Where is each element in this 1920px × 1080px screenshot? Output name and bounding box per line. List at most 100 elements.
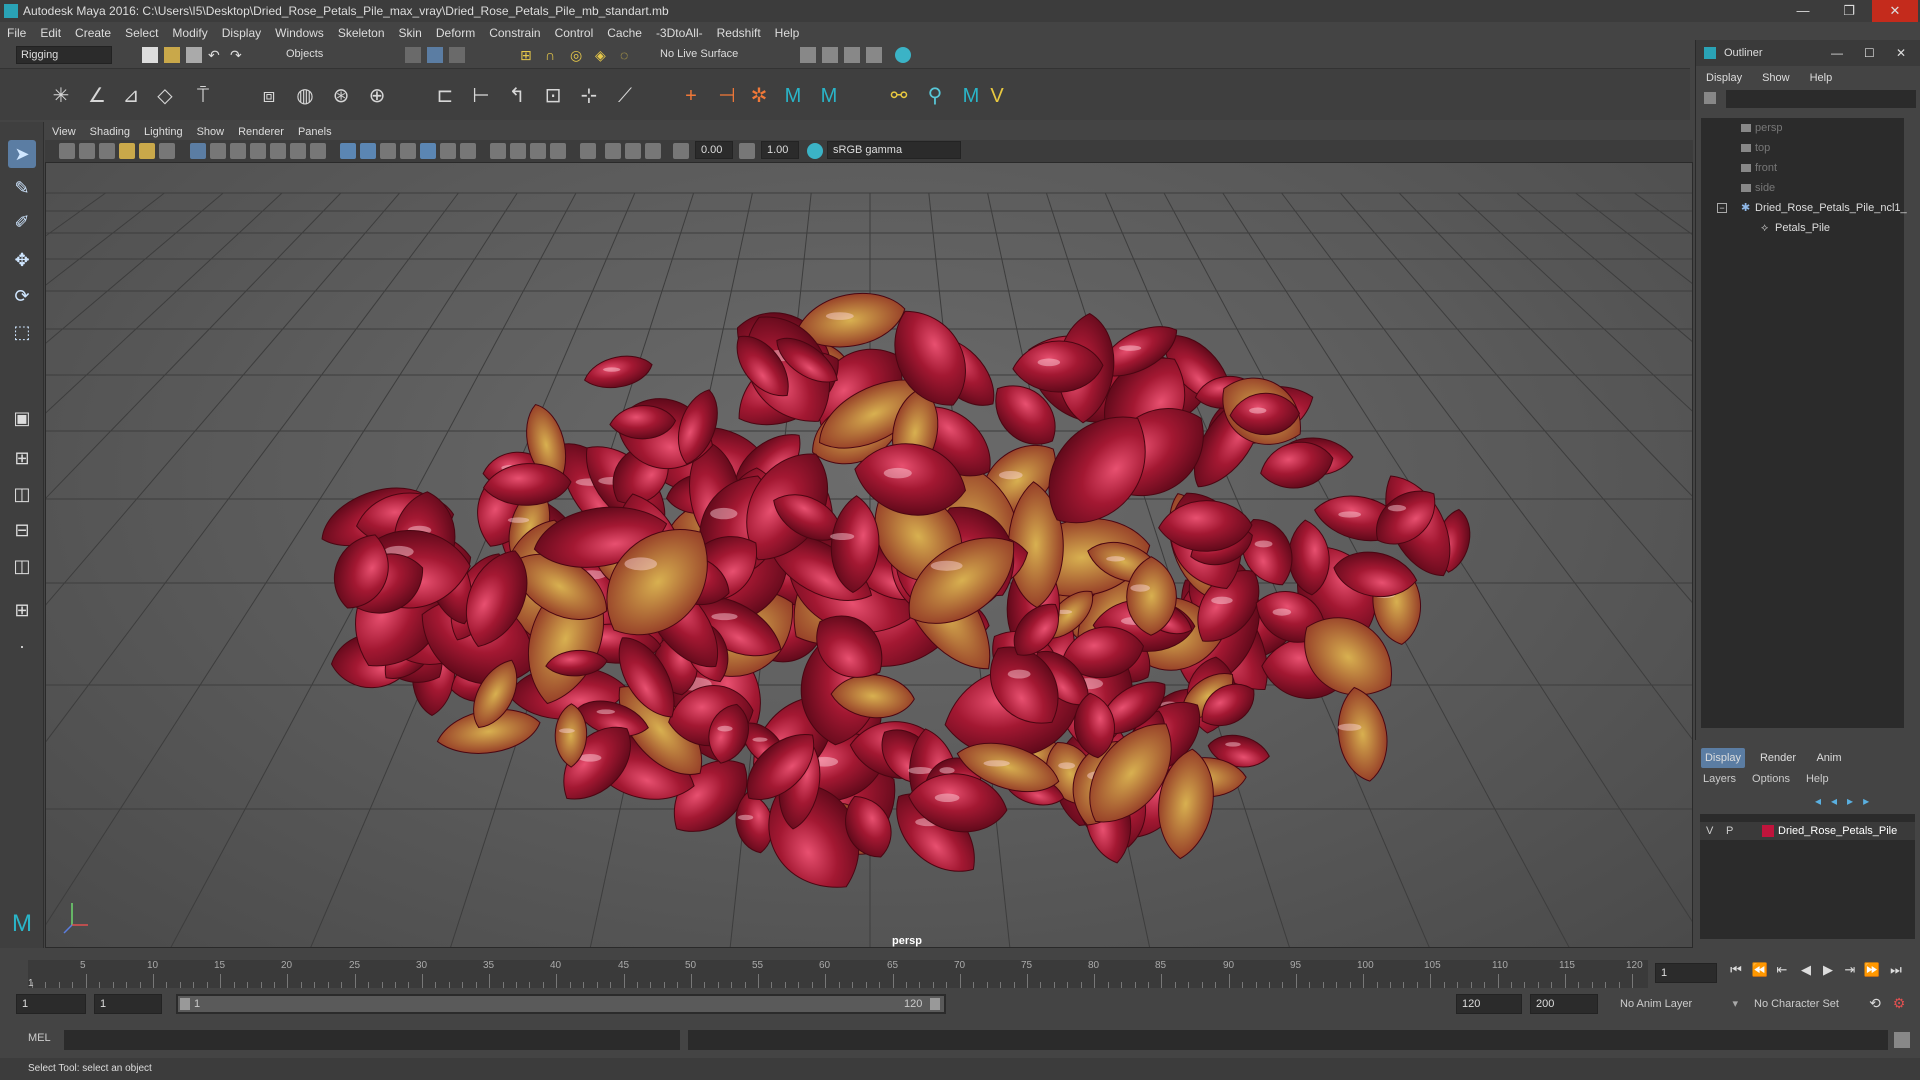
menu-create[interactable]: Create — [68, 22, 118, 44]
tab-anim[interactable]: Anim — [1807, 748, 1851, 768]
menu-modify[interactable]: Modify — [165, 22, 214, 44]
menu-skin[interactable]: Skin — [392, 22, 429, 44]
menu-display[interactable]: Display — [215, 22, 268, 44]
lattice-icon[interactable]: ⊕ — [364, 83, 390, 109]
menu-edit[interactable]: Edit — [33, 22, 68, 44]
bind-skin-icon[interactable]: ⧈ — [256, 83, 282, 109]
use-all-lights-icon[interactable] — [440, 143, 456, 159]
select-tool-icon[interactable]: ➤ — [8, 140, 36, 168]
snap-curve-icon[interactable]: ∩ — [545, 47, 561, 63]
outliner-menu-help[interactable]: Help — [1800, 69, 1843, 87]
default-material-icon[interactable] — [380, 143, 396, 159]
layer-visibility-toggle[interactable]: V — [1706, 822, 1713, 840]
rose-petals-mesh[interactable] — [312, 286, 1475, 908]
layer-menu-help[interactable]: Help — [1798, 773, 1837, 785]
gamma-icon[interactable] — [739, 143, 755, 159]
paint-select-icon[interactable]: ✐ — [8, 208, 36, 236]
time-slider[interactable]: 5 10 15 20 25 30 35 40 45 50 55 60 65 70 75 80 85 90 95 100… — [0, 950, 1690, 990]
range-handle[interactable]: 1 120 — [178, 996, 944, 1012]
layer-color-swatch[interactable] — [1762, 825, 1774, 837]
humanik-icon[interactable]: ⍑ — [190, 83, 216, 109]
move-tool-icon[interactable]: ✥ — [8, 246, 36, 274]
xray-joints-icon[interactable] — [625, 143, 641, 159]
outliner-maximize-button[interactable]: ☐ — [1864, 40, 1875, 66]
menu-help[interactable]: Help — [768, 22, 807, 44]
auto-key-icon[interactable]: ⟲ — [1866, 995, 1884, 1013]
outliner-close-button[interactable]: ✕ — [1896, 40, 1906, 66]
anim-layer-dropdown[interactable]: No Anim Layer ▾ — [1620, 994, 1738, 1014]
camera-attributes-icon[interactable] — [79, 143, 95, 159]
range-bar[interactable]: 1 120 — [176, 994, 946, 1014]
step-forward-key-button[interactable]: ⇥ — [1840, 960, 1860, 980]
xray-components-icon[interactable] — [645, 143, 661, 159]
viewport-menu-show[interactable]: Show — [190, 123, 232, 141]
shadows-icon[interactable] — [460, 143, 476, 159]
outliner-item-front[interactable]: front — [1701, 158, 1904, 178]
render-view-icon[interactable] — [800, 47, 816, 63]
exposure-icon[interactable] — [673, 143, 689, 159]
render-current-icon[interactable] — [822, 47, 838, 63]
textured-icon[interactable] — [420, 143, 436, 159]
vray-icon[interactable]: V — [984, 83, 1010, 109]
image-plane-icon[interactable] — [119, 143, 135, 159]
timeline-ticks[interactable]: 5 10 15 20 25 30 35 40 45 50 55 60 65 70 75 80 85 90 95 100… — [28, 960, 1648, 988]
menu-windows[interactable]: Windows — [268, 22, 331, 44]
new-scene-icon[interactable] — [142, 47, 158, 63]
collapse-icon[interactable]: − — [1717, 203, 1727, 213]
wireframe-on-shaded-icon[interactable] — [400, 143, 416, 159]
restore-button[interactable]: ❐ — [1826, 0, 1872, 22]
menu-skeleton[interactable]: Skeleton — [331, 22, 392, 44]
undo-icon[interactable]: ↶ — [208, 47, 224, 63]
outliner-item-top[interactable]: top — [1701, 138, 1904, 158]
outliner-item-group[interactable]: − ✱ Dried_Rose_Petals_Pile_ncl1_ — [1701, 198, 1907, 218]
outliner-item-persp[interactable]: persp — [1701, 118, 1904, 138]
menu-control[interactable]: Control — [548, 22, 601, 44]
perspective-viewport[interactable]: persp — [45, 162, 1693, 948]
layer-playback-toggle[interactable]: P — [1726, 822, 1733, 840]
grid-icon[interactable] — [190, 143, 206, 159]
menu-3dtoall[interactable]: -3DtoAll- — [649, 22, 710, 44]
tab-render[interactable]: Render — [1753, 748, 1803, 768]
grease-pencil-icon[interactable] — [159, 143, 175, 159]
open-scene-icon[interactable] — [164, 47, 180, 63]
go-to-end-button[interactable]: ⏭ — [1886, 960, 1906, 980]
animation-prefs-icon[interactable]: ⚙ — [1890, 995, 1908, 1013]
viewport-menu-lighting[interactable]: Lighting — [137, 123, 190, 141]
insert-joint-icon[interactable]: ◇ — [152, 83, 178, 109]
menu-cache[interactable]: Cache — [600, 22, 649, 44]
aim-constraint-icon[interactable]: ⊣ — [714, 83, 740, 109]
persp-graph-layout-icon[interactable]: ⊟ — [8, 516, 36, 544]
selection-mode-dropdown[interactable]: Objects — [282, 46, 382, 64]
menu-file[interactable]: File — [0, 22, 33, 44]
screen-space-ao-icon[interactable] — [490, 143, 506, 159]
single-perspective-layout-icon[interactable]: ▣ — [8, 404, 36, 432]
wrap-icon[interactable]: ⊢ — [468, 83, 494, 109]
safe-title-icon[interactable] — [310, 143, 326, 159]
play-forwards-button[interactable]: ▶ — [1818, 960, 1838, 980]
outliner-menu-show[interactable]: Show — [1752, 69, 1800, 87]
non-linear-icon[interactable]: ⟋ — [612, 83, 638, 109]
wireframe-icon[interactable] — [340, 143, 356, 159]
snap-view-plane-icon[interactable]: ◈ — [595, 47, 611, 63]
gamma-field[interactable]: 1.00 — [761, 141, 799, 159]
smooth-shade-icon[interactable] — [360, 143, 376, 159]
redo-icon[interactable]: ↷ — [230, 47, 246, 63]
range-start-handle[interactable] — [180, 998, 190, 1010]
select-by-component-icon[interactable] — [449, 47, 465, 63]
menu-constrain[interactable]: Constrain — [482, 22, 547, 44]
ik-handle-icon[interactable]: ∠ — [84, 83, 110, 109]
scale-tool-icon[interactable]: ⬚ — [8, 318, 36, 346]
custom-layout-icon[interactable]: ⊞ — [8, 596, 36, 624]
3dtoall-icon[interactable]: M — [780, 83, 806, 109]
layer-menu-options[interactable]: Options — [1744, 773, 1798, 785]
command-input[interactable] — [64, 1030, 680, 1050]
outliner-menu-display[interactable]: Display — [1696, 69, 1752, 87]
lasso-tool-icon[interactable]: ✎ — [8, 174, 36, 202]
depth-of-field-icon[interactable] — [550, 143, 566, 159]
menuset-dropdown[interactable]: Rigging — [16, 46, 112, 64]
animation-start-field[interactable]: 1 — [16, 994, 86, 1014]
anti-aliasing-icon[interactable] — [530, 143, 546, 159]
snap-point-icon[interactable]: ◎ — [570, 47, 586, 63]
go-to-start-button[interactable]: ⏮ — [1726, 960, 1746, 980]
ipr-render-icon[interactable] — [844, 47, 860, 63]
